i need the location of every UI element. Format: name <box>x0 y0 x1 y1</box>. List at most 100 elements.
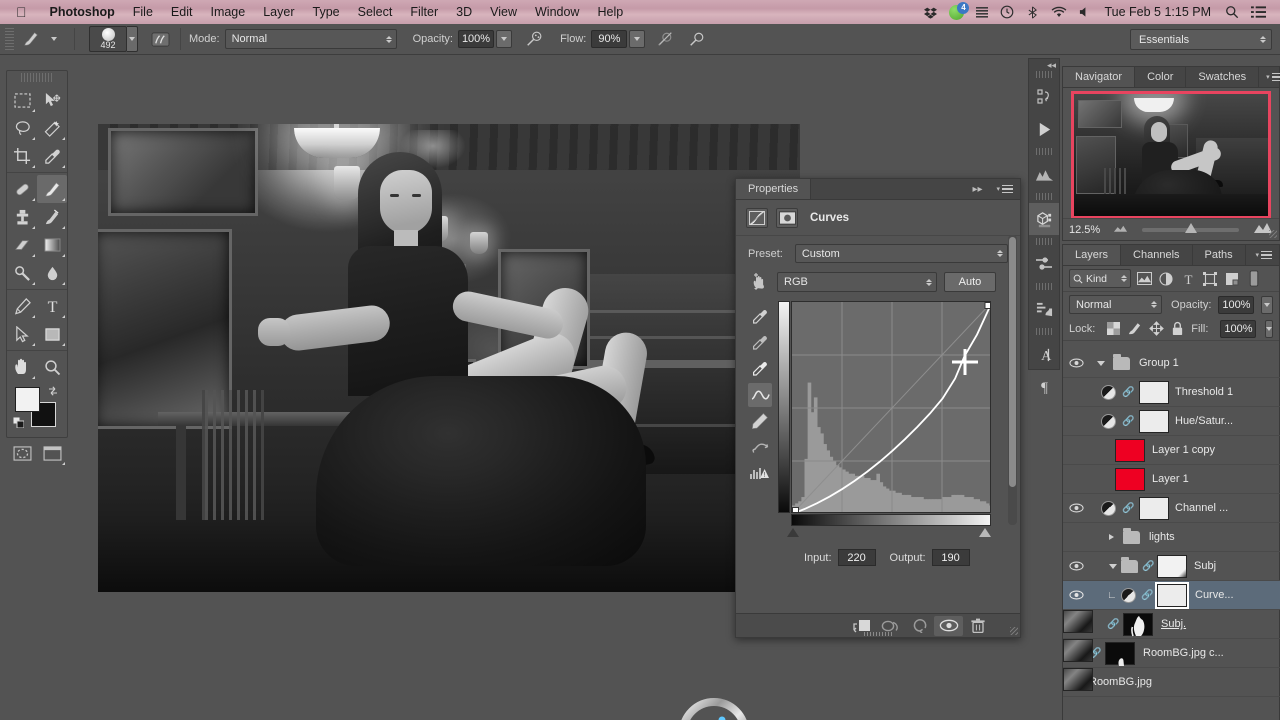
layer-mask-icon[interactable] <box>776 207 798 228</box>
filter-enable-toggle-icon[interactable] <box>1245 270 1263 288</box>
menu-item-layer[interactable]: Layer <box>254 0 303 24</box>
layer-mask-thumbnail[interactable] <box>1139 380 1169 404</box>
sample-gray-point-eyedropper[interactable] <box>748 331 772 355</box>
blur-tool[interactable] <box>37 259 67 287</box>
group-disclosure-triangle[interactable] <box>1097 360 1105 366</box>
zoom-slider[interactable] <box>1142 222 1239 233</box>
table-row[interactable]: 🔗 Hue/Satur... <box>1063 407 1280 436</box>
panel-menu-icon[interactable]: ▾ <box>989 179 1020 199</box>
link-mask-icon[interactable]: 🔗 <box>1141 590 1153 601</box>
filter-kind-select[interactable]: Kind <box>1069 269 1131 288</box>
layer-opacity-dropdown[interactable] <box>1261 295 1273 314</box>
crop-tool[interactable] <box>7 142 37 170</box>
layer-name[interactable]: RoomBG.jpg c... <box>1143 647 1224 659</box>
timemachine-icon[interactable] <box>994 5 1020 19</box>
layer-blend-mode-select[interactable]: Normal <box>1069 295 1163 314</box>
smooth-curve-tool[interactable] <box>748 435 772 459</box>
screen-mode-icon[interactable] <box>37 439 67 467</box>
foreground-color-swatch[interactable] <box>15 387 40 412</box>
brush-size-preview[interactable]: 492 <box>89 26 127 52</box>
link-mask-icon[interactable]: 🔗 <box>1142 561 1154 572</box>
paragraph-panel-icon[interactable]: ¶ <box>1029 370 1059 402</box>
filter-type-icon[interactable]: T <box>1179 270 1197 288</box>
move-tool[interactable] <box>37 86 67 114</box>
table-row[interactable]: ∟ 🔗 Curve... <box>1063 581 1280 610</box>
tab-layers[interactable]: Layers <box>1063 245 1122 265</box>
link-mask-icon[interactable]: 🔗 <box>1107 619 1119 630</box>
table-row[interactable]: 🔗 RoomBG.jpg c... <box>1063 639 1280 668</box>
horizontal-type-tool[interactable]: T <box>37 292 67 320</box>
quick-mask-mode-icon[interactable] <box>7 439 37 467</box>
eraser-tool[interactable] <box>7 231 37 259</box>
toggle-layer-visibility-button[interactable] <box>934 615 963 636</box>
layer-thumbnail[interactable] <box>1063 639 1093 662</box>
fill-dropdown[interactable] <box>1265 319 1274 338</box>
flow-dropdown-button[interactable] <box>629 30 646 48</box>
table-row[interactable]: Group 1 <box>1063 349 1280 378</box>
tool-preset-picker-chevron[interactable] <box>42 28 66 50</box>
character-panel-icon[interactable]: A <box>1029 338 1059 370</box>
tab-channels[interactable]: Channels <box>1121 245 1193 265</box>
panel-menu-icon[interactable]: ▾ <box>1259 67 1280 87</box>
link-mask-icon[interactable]: 🔗 <box>1122 503 1134 514</box>
table-row[interactable]: Layer 1 <box>1063 465 1280 494</box>
layer-thumbnail[interactable] <box>1063 668 1093 691</box>
layer-mask-thumbnail[interactable] <box>1139 496 1169 520</box>
history-panel-icon[interactable] <box>1029 81 1059 113</box>
menu-item-image[interactable]: Image <box>201 0 254 24</box>
tablet-pressure-opacity-icon[interactable] <box>685 28 709 50</box>
magic-wand-tool[interactable] <box>37 114 67 142</box>
layer-mask-thumbnail[interactable] <box>1105 641 1135 666</box>
lock-image-pixels-icon[interactable] <box>1127 320 1142 338</box>
menubar-clock[interactable]: Tue Feb 5 1:15 PM <box>1096 5 1219 19</box>
collapse-double-arrow-icon[interactable]: ▸▸ <box>965 179 989 199</box>
layer-thumbnail[interactable] <box>1063 610 1093 633</box>
clone-stamp-tool[interactable] <box>7 203 37 231</box>
curves-display-options-icon[interactable]: ! <box>748 461 772 485</box>
navigator-thumbnail[interactable] <box>1071 91 1271 219</box>
menu-item-window[interactable]: Window <box>526 0 588 24</box>
panel-resize-grip[interactable] <box>1010 627 1018 635</box>
document-canvas[interactable] <box>98 124 800 592</box>
layer-name[interactable]: Layer 1 <box>1152 473 1189 485</box>
rectangular-marquee-tool[interactable] <box>7 86 37 114</box>
opacity-input[interactable]: 100% <box>457 30 495 48</box>
preset-select[interactable]: Custom <box>794 244 1008 263</box>
table-row[interactable]: Layer 1 copy <box>1063 436 1280 465</box>
zoom-tool[interactable] <box>37 353 67 381</box>
apple-logo-icon[interactable]:  <box>16 5 27 19</box>
tab-color[interactable]: Color <box>1135 67 1187 87</box>
tablet-pressure-size-icon[interactable] <box>653 28 677 50</box>
pen-tool[interactable] <box>7 292 37 320</box>
menu-item-file[interactable]: File <box>124 0 162 24</box>
menu-item-edit[interactable]: Edit <box>162 0 202 24</box>
tools-panel-grip[interactable] <box>21 73 53 82</box>
black-input-slider[interactable] <box>787 528 799 537</box>
lock-position-icon[interactable] <box>1149 320 1165 338</box>
table-row[interactable]: 🔗 Channel ... <box>1063 494 1280 523</box>
gradient-tool[interactable] <box>37 231 67 259</box>
menu-item-select[interactable]: Select <box>349 0 402 24</box>
curves-graph[interactable] <box>791 301 991 513</box>
properties-scrollbar[interactable] <box>1008 235 1017 525</box>
layer-name[interactable]: lights <box>1149 531 1175 543</box>
history-brush-tool[interactable] <box>37 203 67 231</box>
group-disclosure-triangle[interactable] <box>1109 563 1117 569</box>
filter-smartobject-icon[interactable] <box>1223 270 1241 288</box>
menu-item-help[interactable]: Help <box>588 0 632 24</box>
table-row[interactable]: 🔗 Subj. <box>1063 610 1280 639</box>
brush-panel-toggle-icon[interactable] <box>148 28 172 50</box>
styles-panel-icon[interactable] <box>1029 293 1059 325</box>
group-mask-thumbnail[interactable] <box>1157 554 1187 578</box>
panel-bottom-grip[interactable] <box>864 632 892 636</box>
layer-visibility-toggle[interactable] <box>1063 590 1089 600</box>
brush-preset-picker-chevron[interactable] <box>127 26 138 52</box>
edit-points-curve-tool[interactable] <box>748 383 772 407</box>
layer-thumbnail[interactable] <box>1115 467 1145 491</box>
layer-name[interactable]: Subj <box>1194 560 1216 572</box>
battery-green-icon[interactable]: 4 <box>943 1 970 20</box>
adjustments-panel-icon[interactable] <box>1029 248 1059 280</box>
curves-adjustment-icon[interactable] <box>746 207 768 228</box>
menu-item-view[interactable]: View <box>481 0 526 24</box>
layer-mask-thumbnail[interactable] <box>1123 612 1153 636</box>
